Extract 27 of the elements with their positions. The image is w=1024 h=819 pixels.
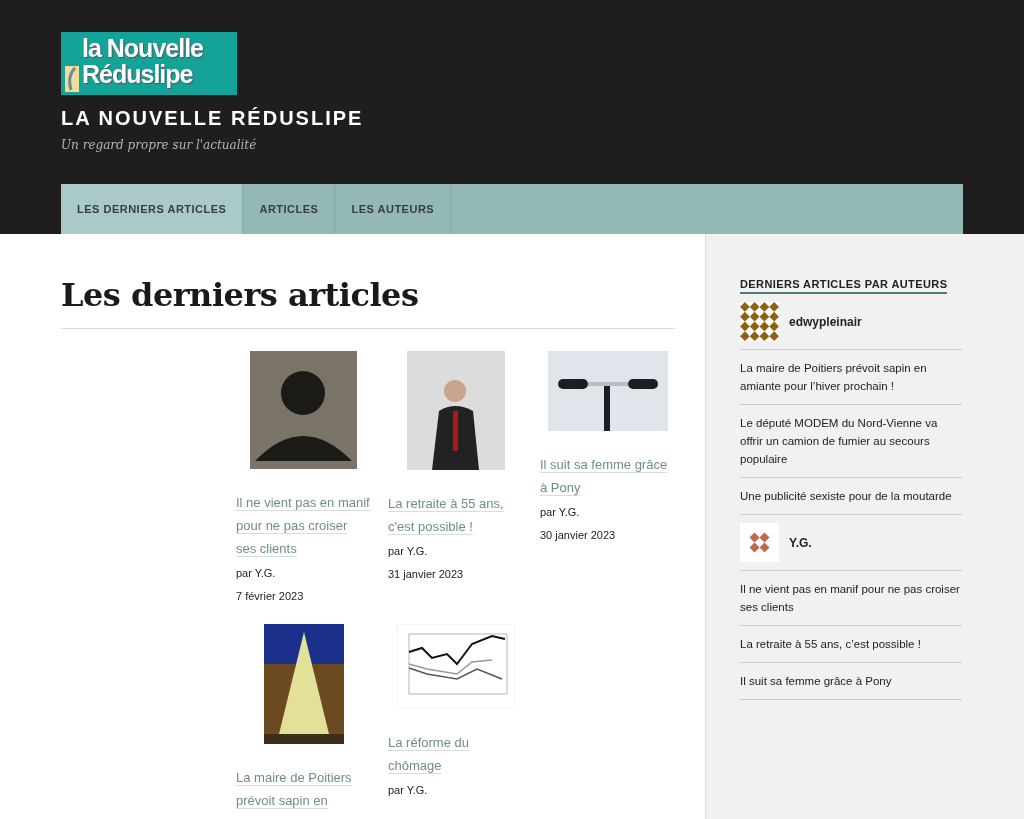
avatar-icon: [740, 302, 779, 341]
article-title-link[interactable]: Il suit sa femme grâce à Pony: [540, 453, 675, 499]
article-author: par Y.G.: [236, 566, 277, 581]
post-link[interactable]: Il ne vient pas en manif pour ne pas croiser ses clients: [740, 571, 962, 626]
article-title-link[interactable]: La réforme du chômage: [388, 731, 523, 777]
article-date: 30 janvier 2023: [540, 528, 617, 543]
page-heading: Les derniers articles: [61, 276, 675, 329]
nav-tab[interactable]: LES DERNIERS ARTICLES: [61, 184, 244, 234]
post-link[interactable]: Il suit sa femme grâce à Pony: [740, 663, 962, 700]
avatar-icon: [740, 523, 779, 562]
site-title[interactable]: LA NOUVELLE RÉDUSLIPE: [61, 107, 963, 130]
author-name-link[interactable]: Y.G.: [789, 535, 812, 550]
article-title-link[interactable]: La retraite à 55 ans, c'est possible !: [388, 492, 523, 538]
widget-heading: DERNIERS ARTICLES PAR AUTEURS: [740, 278, 948, 294]
article-date: 7 février 2023: [236, 589, 305, 604]
site-tagline: Un regard propre sur l'actualité: [61, 138, 258, 152]
author-name-link[interactable]: edwypleinair: [789, 314, 862, 329]
post-link[interactable]: Le député MODEM du Nord-Vienne va offrir un camion de fumier au secours populaire: [740, 405, 962, 478]
article-title-link[interactable]: La maire de Poitiers prévoit sapin en: [236, 766, 371, 812]
article-title-link[interactable]: Il ne vient pas en manif pour ne pas croiser ses clients: [236, 491, 371, 560]
article-author: par Y.G.: [540, 505, 581, 520]
article-author: par Y.G.: [388, 544, 429, 559]
post-link[interactable]: La maire de Poitiers prévoit sapin en amiante pour l’hiver prochain !: [740, 350, 962, 405]
post-link[interactable]: Une publicité sexiste pour de la moutarde: [740, 478, 962, 515]
article-author: par Y.G.: [388, 783, 429, 798]
post-link[interactable]: La retraite à 55 ans, c’est possible !: [740, 626, 962, 663]
article-date: 31 janvier 2023: [388, 567, 465, 582]
